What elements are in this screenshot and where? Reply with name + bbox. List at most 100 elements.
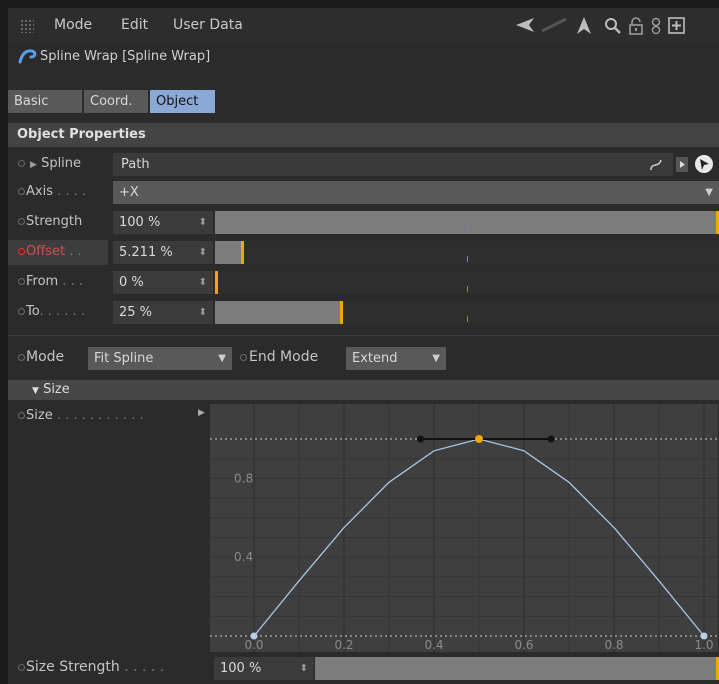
expand-arrow-icon[interactable]: ▶ (198, 408, 205, 418)
slider-midpoint-tick (467, 316, 468, 322)
x-tick-label: 0.8 (604, 638, 623, 652)
size-strength-value: 100 % (220, 661, 262, 676)
to-value: 25 % (119, 305, 153, 320)
strength-slider[interactable] (215, 211, 719, 234)
tab-object[interactable]: Object (150, 90, 215, 113)
chevron-down-icon: ▼ (705, 187, 713, 198)
slider-knob[interactable] (215, 271, 218, 294)
to-input[interactable]: 25 % ⬍ (113, 301, 213, 324)
slider-fill (215, 241, 241, 264)
keyframe-dot-icon[interactable] (18, 664, 25, 671)
strength-input[interactable]: 100 % ⬍ (113, 211, 213, 234)
spinner-icon[interactable]: ⬍ (199, 211, 207, 234)
size-strength-input[interactable]: 100 % ⬍ (214, 657, 314, 680)
tab-coord[interactable]: Coord. (84, 90, 148, 113)
slider-fill (215, 301, 340, 324)
spline-link-field[interactable]: Path (113, 153, 673, 176)
to-slider[interactable] (215, 301, 719, 324)
size-group-title: Size (43, 382, 70, 397)
strength-label: Strength (26, 214, 83, 229)
keyframe-dot-icon[interactable] (18, 278, 25, 285)
size-strength-row: Size Strength . . . . . 100 % ⬍ (8, 656, 719, 681)
axis-row: Axis . . . . +X ▼ (8, 180, 719, 205)
y-tick-label: 0.8 (234, 471, 253, 485)
mode-dropdown[interactable]: Fit Spline ▼ (88, 347, 232, 370)
menu-mode[interactable]: Mode (54, 17, 92, 33)
spinner-icon[interactable]: ⬍ (199, 301, 207, 324)
menu-bar: Mode Edit User Data (8, 8, 719, 42)
spinner-icon[interactable]: ⬍ (199, 271, 207, 294)
menu-edit[interactable]: Edit (121, 17, 148, 33)
keyframe-dot-icon[interactable] (240, 354, 247, 361)
menu-user-data[interactable]: User Data (173, 17, 243, 33)
back-arrow-icon[interactable] (514, 17, 538, 33)
lock-icon[interactable] (628, 17, 644, 35)
object-title: Spline Wrap [Spline Wrap] (40, 49, 211, 64)
keyframe-dot-icon[interactable] (18, 308, 25, 315)
keyframe-dot-icon[interactable] (18, 354, 25, 361)
to-label: To (26, 304, 40, 319)
spline-knot[interactable] (475, 435, 483, 443)
keyframe-dot-icon[interactable] (18, 248, 25, 255)
link-icon[interactable] (650, 17, 662, 35)
spline-curve-chart[interactable]: 0.0 0.2 0.4 0.6 0.8 1.0 0.8 0.4 (210, 404, 718, 657)
spinner-icon[interactable]: ⬍ (300, 657, 308, 680)
collapse-arrow-icon[interactable]: ▼ (8, 386, 39, 396)
spline-object-icon (650, 159, 662, 171)
offset-label: Offset (26, 244, 66, 259)
chevron-down-icon: ▼ (218, 353, 226, 364)
size-group-header[interactable]: ▼ Size (8, 380, 719, 400)
x-tick-label: 0.4 (424, 638, 443, 652)
x-tick-label: 0.0 (244, 638, 263, 652)
offset-slider[interactable] (215, 241, 719, 264)
section-object-properties: Object Properties (8, 123, 719, 147)
size-label: Size (26, 408, 53, 423)
slider-knob[interactable] (340, 301, 343, 324)
spline-knot[interactable] (700, 632, 708, 640)
search-icon[interactable] (604, 17, 622, 35)
strength-value: 100 % (119, 215, 161, 230)
separator (8, 335, 719, 336)
new-manager-icon[interactable] (668, 17, 686, 35)
from-value: 0 % (119, 275, 144, 290)
up-arrow-icon[interactable] (576, 17, 592, 35)
slider-midpoint-tick (467, 226, 468, 232)
link-arrow-icon[interactable] (676, 157, 688, 172)
keyframe-dot-icon[interactable] (18, 412, 25, 419)
slider-knob[interactable] (241, 241, 244, 264)
size-spline-graph[interactable]: 0.0 0.2 0.4 0.6 0.8 1.0 0.8 0.4 (210, 404, 718, 657)
keyframe-dot-icon[interactable] (18, 188, 25, 195)
offset-label-wrap: Offset . . (26, 244, 82, 259)
tangent-handle[interactable] (547, 435, 555, 443)
size-strength-label: Size Strength (26, 659, 120, 675)
tab-basic[interactable]: Basic (8, 90, 82, 113)
history-slash-icon (541, 17, 567, 33)
spinner-icon[interactable]: ⬍ (199, 241, 207, 264)
tangent-handle[interactable] (417, 435, 424, 443)
slider-fill (215, 211, 716, 234)
expand-arrow-icon[interactable]: ▶ (30, 160, 37, 170)
section-title: Object Properties (17, 127, 146, 142)
mode-row: Mode Fit Spline ▼ End Mode Extend ▼ (8, 346, 719, 371)
attribute-manager-panel: Mode Edit User Data Spline Wrap [Spline … (8, 8, 719, 684)
to-row: To. . . . . . 25 % ⬍ (8, 300, 719, 325)
object-title-bar: Spline Wrap [Spline Wrap] (8, 44, 719, 70)
chevron-down-icon: ▼ (432, 353, 440, 364)
offset-input[interactable]: 5.211 % ⬍ (113, 241, 213, 264)
keyframe-dot-icon[interactable] (18, 218, 25, 225)
end-mode-dropdown[interactable]: Extend ▼ (346, 347, 446, 370)
strength-row: Strength 100 % ⬍ (8, 210, 719, 235)
keyframe-dot-icon[interactable] (18, 160, 25, 167)
size-strength-slider[interactable] (315, 657, 719, 680)
from-slider[interactable] (215, 271, 719, 294)
x-tick-label: 0.6 (514, 638, 533, 652)
from-input[interactable]: 0 % ⬍ (113, 271, 213, 294)
axis-value: +X (119, 185, 139, 200)
from-label: From (26, 274, 59, 289)
from-row: From . . . 0 % ⬍ (8, 270, 719, 295)
picker-icon[interactable] (694, 154, 714, 174)
spline-wrap-icon (18, 49, 37, 64)
spline-knot[interactable] (250, 632, 258, 640)
drag-grip-icon[interactable] (20, 19, 34, 33)
axis-dropdown[interactable]: +X ▼ (113, 181, 719, 204)
